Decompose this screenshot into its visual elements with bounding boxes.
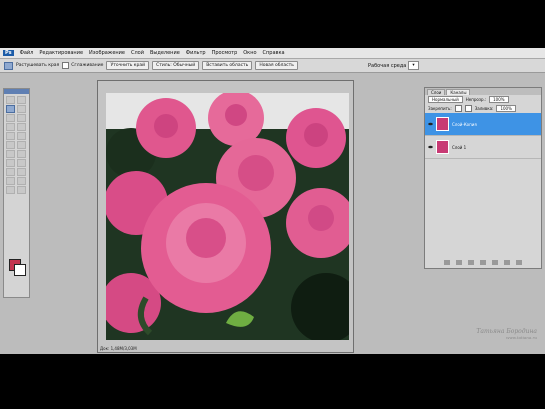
type-tool-icon[interactable] [17, 159, 26, 167]
fill-label: Заливка: [474, 106, 494, 111]
visibility-eye-icon[interactable] [428, 145, 433, 149]
menu-window[interactable]: Окно [243, 50, 256, 56]
lock-transparency-icon[interactable] [454, 105, 462, 112]
visibility-eye-icon[interactable] [428, 122, 433, 126]
menu-edit[interactable]: Редактирование [39, 50, 83, 56]
tools-panel [3, 88, 30, 298]
tab-channels[interactable]: Каналы [446, 89, 471, 95]
blend-mode-select[interactable]: Нормальный [428, 96, 463, 103]
magic-wand-tool-icon[interactable] [17, 105, 26, 113]
menu-filter[interactable]: Фильтр [186, 50, 206, 56]
refine-edge-button[interactable]: Уточнить край [106, 61, 150, 70]
lasso-tool-icon[interactable] [6, 105, 15, 113]
document-status: Док: 1,48M/3,03M [100, 346, 137, 351]
layer-thumbnail [436, 117, 449, 131]
layer-mask-icon[interactable] [468, 260, 474, 265]
fill-field[interactable]: 100% [496, 105, 516, 112]
marquee-tool-icon[interactable] [17, 96, 26, 104]
options-bar: Растушевать края Сглаживание Уточнить кр… [0, 59, 545, 73]
layer-row[interactable]: Слой-Копия [425, 113, 541, 136]
clone-stamp-tool-icon[interactable] [6, 132, 15, 140]
watermark-url: www.tatiana.ru [505, 335, 537, 340]
new-layer-icon[interactable] [504, 260, 510, 265]
opacity-field[interactable]: 100% [489, 96, 509, 103]
opacity-label: Непрозр.: [465, 97, 487, 102]
new-area-button[interactable]: Новая область [255, 61, 298, 70]
layer-row[interactable]: Слой 1 [425, 136, 541, 159]
hand-tool-icon[interactable] [6, 186, 15, 194]
eyedropper-tool-icon[interactable] [17, 177, 26, 185]
background-color-swatch[interactable] [14, 264, 26, 276]
layer-thumbnail [436, 140, 449, 154]
lock-position-icon[interactable] [464, 105, 472, 112]
layer-name: Слой-Копия [452, 121, 477, 127]
slice-tool-icon[interactable] [17, 114, 26, 122]
image-canvas[interactable] [106, 93, 349, 340]
workspace-label: Рабочая среда [368, 62, 407, 69]
layers-panel-tabs: Слои Каналы [425, 88, 541, 95]
style-select[interactable]: Стиль: Обычный [152, 61, 200, 70]
brush-tool-icon[interactable] [17, 123, 26, 131]
menu-file[interactable]: Файл [20, 50, 34, 56]
healing-brush-tool-icon[interactable] [6, 123, 15, 131]
link-layers-icon[interactable] [444, 260, 450, 265]
gradient-tool-icon[interactable] [17, 141, 26, 149]
add-area-button[interactable]: Вставить область [202, 61, 253, 70]
path-selection-tool-icon[interactable] [6, 168, 15, 176]
watermark-name: Татьяна Бородина [476, 328, 537, 335]
antialias-checkbox[interactable]: Сглаживание [62, 62, 103, 69]
layer-style-icon[interactable] [456, 260, 462, 265]
menu-help[interactable]: Справка [263, 50, 285, 56]
layers-panel: Слои Каналы Нормальный Непрозр.: 100% За… [424, 87, 542, 269]
menu-layer[interactable]: Слой [131, 50, 144, 56]
photoshop-screen: Ps Файл Редактирование Изображение Слой … [0, 48, 545, 354]
menu-image[interactable]: Изображение [89, 50, 125, 56]
new-group-icon[interactable] [492, 260, 498, 265]
photoshop-logo-icon: Ps [3, 50, 14, 56]
zoom-tool-icon[interactable] [17, 186, 26, 194]
lock-row: Закрепить: Заливка: 100% [425, 104, 541, 113]
lasso-tool-icon[interactable] [4, 61, 13, 70]
workspace-dropdown[interactable]: ▾ [408, 61, 419, 70]
pen-tool-icon[interactable] [6, 159, 15, 167]
notes-tool-icon[interactable] [6, 177, 15, 185]
dodge-tool-icon[interactable] [17, 150, 26, 158]
crop-tool-icon[interactable] [6, 114, 15, 122]
menu-view[interactable]: Просмотр [212, 50, 238, 56]
lock-label: Закрепить: [428, 106, 452, 111]
trash-icon[interactable] [516, 260, 522, 265]
adjustment-layer-icon[interactable] [480, 260, 486, 265]
blur-tool-icon[interactable] [6, 150, 15, 158]
menu-bar: Ps Файл Редактирование Изображение Слой … [0, 48, 545, 59]
tab-layers[interactable]: Слои [427, 89, 446, 95]
menu-select[interactable]: Выделение [150, 50, 180, 56]
roses-photo [106, 93, 349, 340]
watermark: Татьяна Бородина www.tatiana.ru [476, 328, 537, 340]
layers-panel-footer [425, 260, 541, 265]
checkbox-icon [62, 62, 70, 69]
blend-row: Нормальный Непрозр.: 100% [425, 95, 541, 104]
workspace-switcher[interactable]: Рабочая среда ▾ [368, 61, 419, 70]
history-brush-tool-icon[interactable] [17, 132, 26, 140]
shape-tool-icon[interactable] [17, 168, 26, 176]
layer-name: Слой 1 [452, 144, 467, 150]
feather-button[interactable]: Растушевать края [16, 63, 59, 68]
document-window: Док: 1,48M/3,03M [97, 80, 354, 353]
eraser-tool-icon[interactable] [6, 141, 15, 149]
move-tool-icon[interactable] [6, 96, 15, 104]
